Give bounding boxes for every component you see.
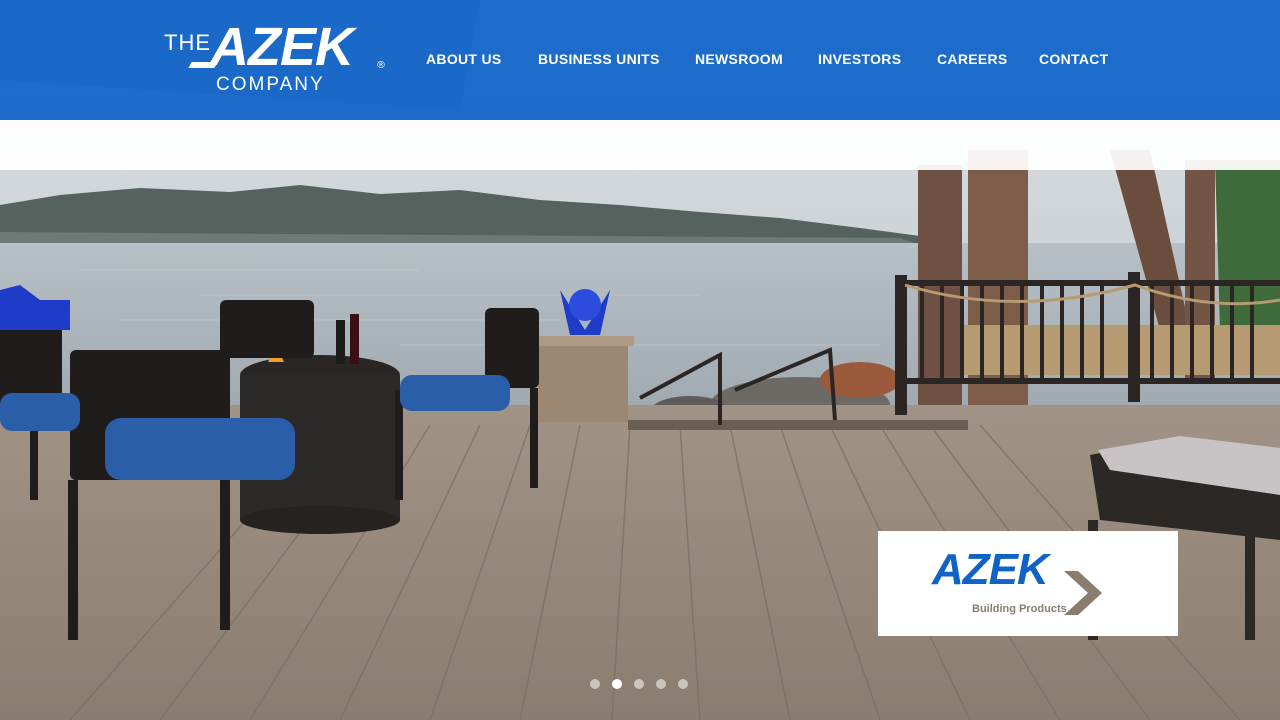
site-header: THE AZEK ® COMPANY ABOUT US BUSINESS UNI… [0,0,1280,120]
azek-building-products-badge[interactable]: AZEK Building Products [878,531,1178,636]
carousel-dot-5[interactable] [678,679,688,689]
carousel-dot-2-active[interactable] [612,679,622,689]
nav-contact[interactable]: CONTACT [1039,51,1109,67]
nav-investors[interactable]: INVESTORS [818,51,901,67]
logo-wordmark: AZEK [210,17,354,77]
header-subband [0,120,1280,170]
brand-subtitle: Building Products [972,603,1067,615]
carousel-dot-4[interactable] [656,679,666,689]
logo-suffix: COMPANY [216,74,325,95]
logo-prefix: THE [164,30,211,55]
brand-wordmark: AZEK [932,545,1049,594]
nav-careers[interactable]: CAREERS [937,51,1008,67]
nav-business-units[interactable]: BUSINESS UNITS [538,51,660,67]
logo-slash-shape [188,62,218,68]
chevron-right-icon [1064,571,1102,615]
nav-newsroom[interactable]: NEWSROOM [695,51,783,67]
carousel-dot-1[interactable] [590,679,600,689]
logo-registered-mark: ® [376,60,386,71]
carousel-dot-3[interactable] [634,679,644,689]
azek-company-logo[interactable]: THE AZEK ® COMPANY [164,17,388,98]
nav-about-us[interactable]: ABOUT US [426,51,502,67]
